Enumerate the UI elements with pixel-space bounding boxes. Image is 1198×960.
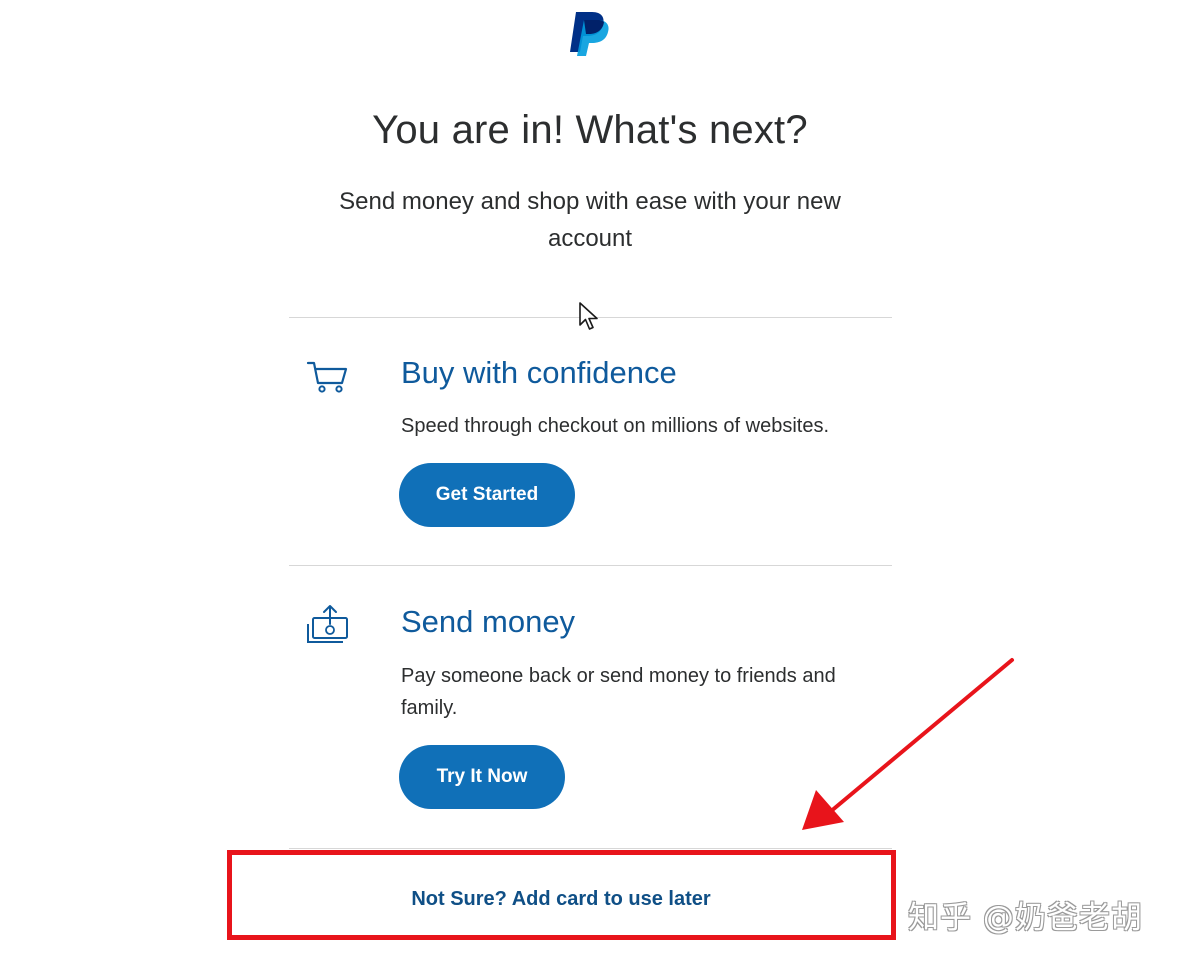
red-arrow-icon — [802, 658, 1014, 830]
highlight-box — [227, 850, 896, 940]
paypal-logo-icon — [570, 12, 609, 56]
section-title: Send money — [401, 604, 576, 639]
page-title: You are in! What's next? — [372, 108, 808, 152]
mouse-cursor-icon — [579, 302, 598, 330]
page-subtitle: Send money and shop with ease with your … — [339, 188, 841, 252]
send-money-icon — [307, 605, 348, 643]
watermark-text: 知乎 @奶爸老胡 — [908, 900, 1143, 936]
section-title: Buy with confidence — [401, 355, 677, 390]
shopping-cart-icon — [306, 361, 348, 393]
section-description: Speed through checkout on millions of we… — [401, 415, 830, 437]
get-started-button[interactable]: Get Started — [399, 463, 575, 527]
divider — [289, 848, 892, 849]
try-it-now-button[interactable]: Try It Now — [399, 745, 565, 809]
divider — [289, 565, 892, 566]
